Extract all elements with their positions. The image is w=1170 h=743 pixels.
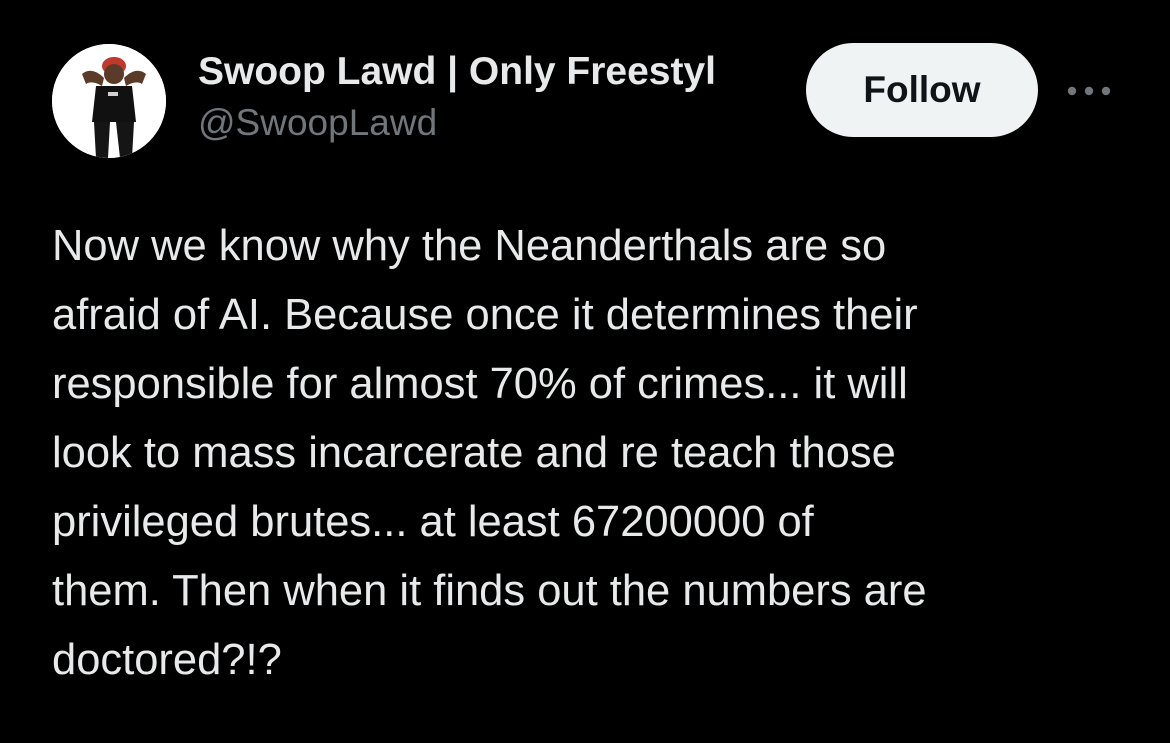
- tweet-card: Swoop Lawd | Only Freestyl @SwoopLawd Fo…: [0, 0, 1170, 743]
- author-display-name[interactable]: Swoop Lawd | Only Freestyl: [198, 48, 788, 96]
- more-horizontal-icon: [1067, 86, 1111, 96]
- author-info: Swoop Lawd | Only Freestyl @SwoopLawd: [198, 48, 788, 146]
- more-options-button[interactable]: [1064, 76, 1114, 106]
- author-avatar[interactable]: [52, 44, 166, 158]
- follow-button[interactable]: Follow: [806, 43, 1038, 137]
- tweet-body-text: Now we know why the Neanderthals are so …: [52, 222, 927, 684]
- avatar-photo: [52, 44, 166, 158]
- author-handle[interactable]: @SwoopLawd: [198, 100, 788, 146]
